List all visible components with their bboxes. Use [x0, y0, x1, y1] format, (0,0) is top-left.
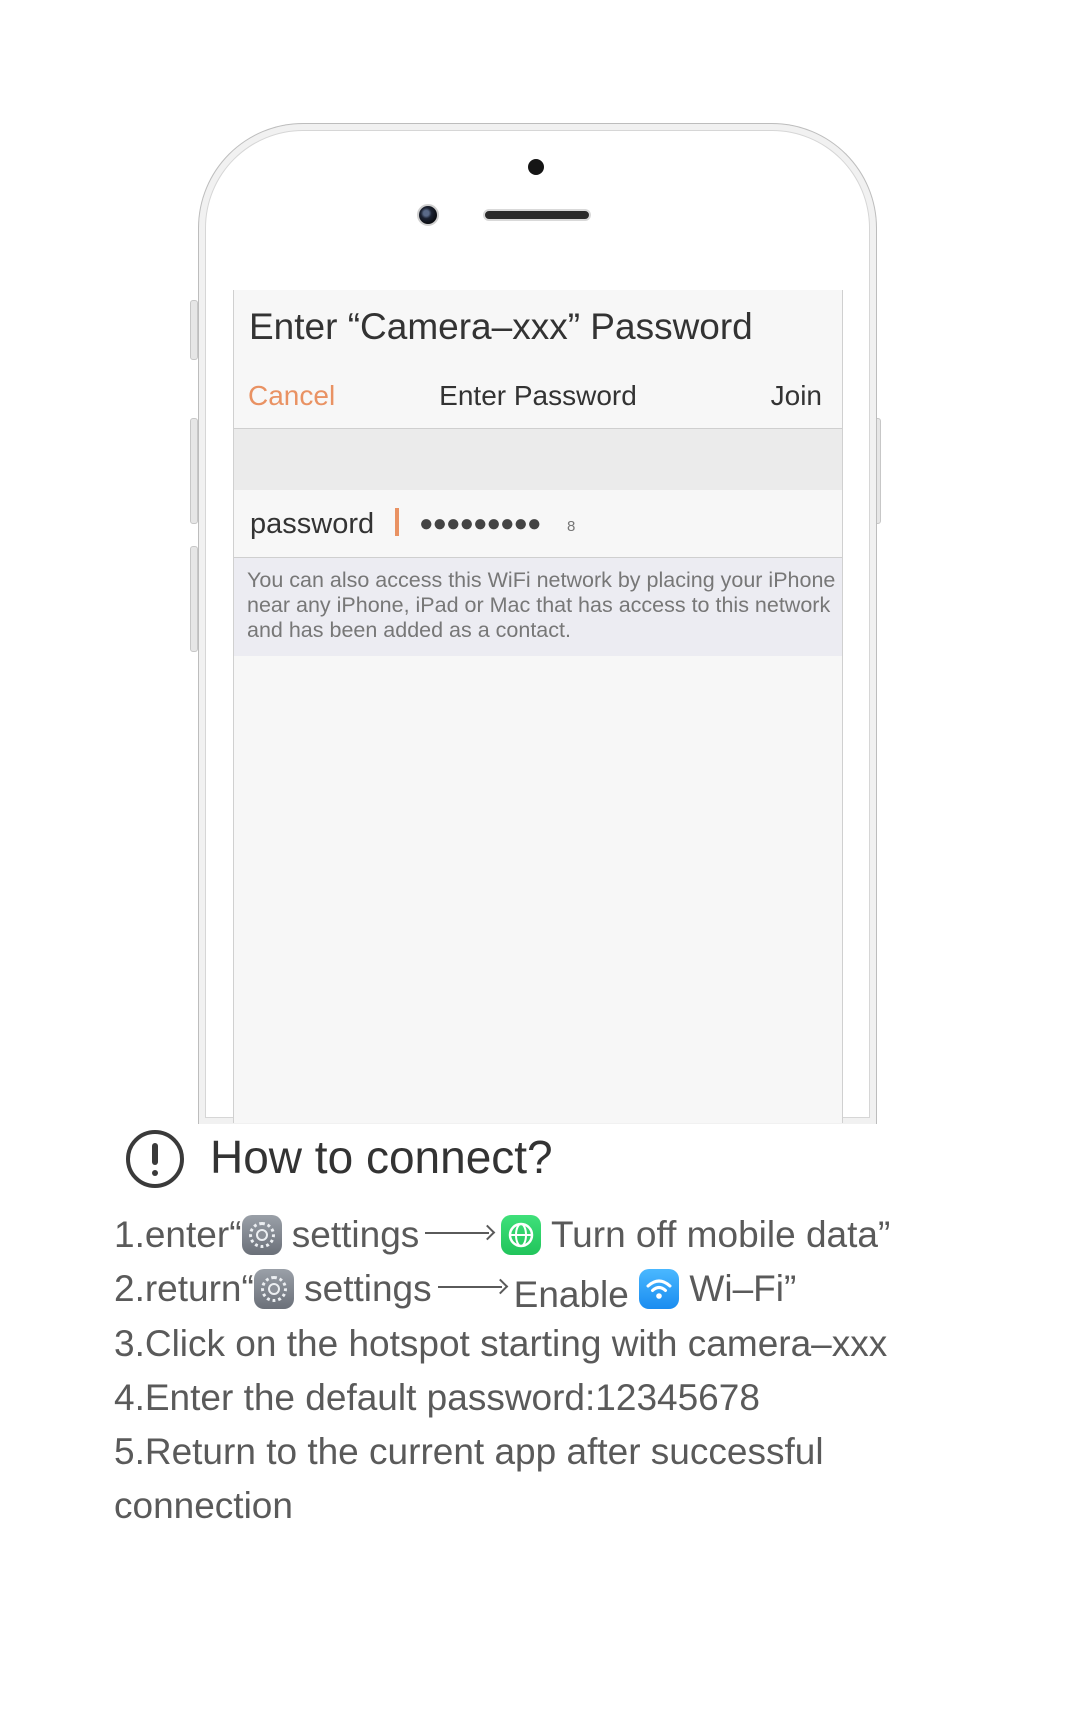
earpiece-speaker	[483, 209, 591, 221]
ringer-switch	[190, 300, 198, 360]
wifi-icon	[639, 1269, 680, 1309]
password-dialog-title: Enter “Camera–xxx” Password	[249, 306, 753, 347]
volume-up-button	[190, 418, 198, 524]
hint-text: You can also access this WiFi network by…	[247, 568, 836, 642]
step-1-action: Turn off mobile data”	[550, 1214, 891, 1255]
password-masked-value: ●●●●●●●●●	[419, 510, 541, 537]
volume-down-button	[190, 546, 198, 652]
password-last-char: 8	[567, 518, 576, 535]
phone-screen: Enter “Camera–xxx” Password Enter Passwo…	[233, 290, 843, 1123]
cancel-button[interactable]: Cancel	[248, 380, 335, 412]
proximity-sensor	[528, 159, 544, 175]
step-2-settings: settings	[304, 1268, 432, 1309]
step-1-settings: settings	[291, 1214, 420, 1255]
step-2-enable: Enable	[513, 1274, 629, 1315]
step-4: 4.Enter the default password:12345678	[114, 1377, 760, 1418]
settings-icon	[253, 1269, 294, 1309]
step-5-line-1: 5.Return to the current app after succes…	[114, 1431, 824, 1472]
step-2-wifi: Wi–Fi”	[689, 1268, 797, 1309]
text-cursor	[395, 508, 399, 536]
arrow-right-icon	[425, 1223, 495, 1243]
step-3: 3.Click on the hotspot starting with cam…	[114, 1323, 888, 1364]
join-button[interactable]: Join	[771, 380, 822, 412]
arrow-right-icon	[437, 1277, 508, 1297]
step-1: 1.enter“ settings Turn off mobile data”	[114, 1213, 890, 1257]
settings-icon	[241, 1215, 282, 1255]
step-5-line-2: connection	[114, 1485, 293, 1526]
front-camera-icon	[417, 204, 439, 226]
dialog-nav-bar: Enter Password Cancel Join	[234, 380, 842, 420]
section-separator	[234, 428, 842, 491]
step-2: 2.return“ settings Enable Wi–Fi”	[114, 1267, 797, 1315]
mobile-data-icon	[501, 1215, 542, 1255]
how-to-connect-title: How to connect?	[210, 1131, 553, 1183]
hint-box: You can also access this WiFi network by…	[234, 558, 842, 656]
step-2-prefix: 2.return“	[114, 1268, 254, 1309]
password-field[interactable]: password ●●●●●●●●● 8	[234, 490, 842, 558]
exclamation-icon	[126, 1130, 184, 1188]
step-1-prefix: 1.enter“	[114, 1214, 242, 1255]
password-label: password	[250, 508, 375, 540]
